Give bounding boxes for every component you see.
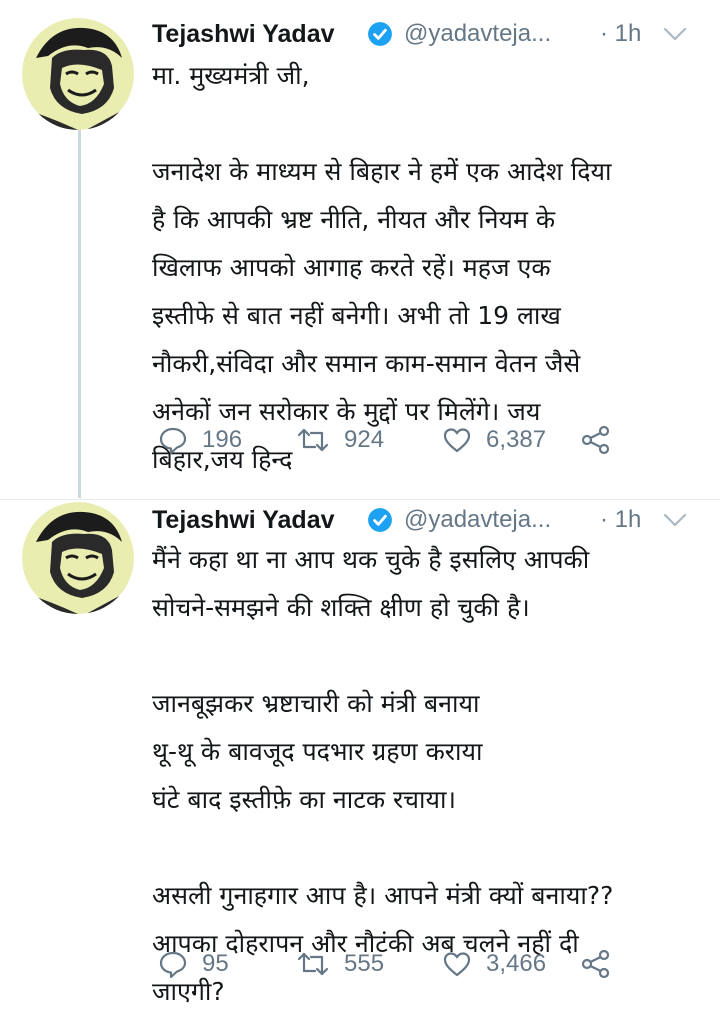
tweet-text-line: नौकरी,संविदा और समान काम-समान वेतन जैसे	[152, 349, 581, 378]
tweet-text-line: जनादेश के माध्यम से बिहार ने हमें एक आदे…	[152, 157, 612, 186]
retweet-count: 924	[344, 426, 385, 453]
tweet-header: Tejashwi Yadav @yadavteja... · 1h	[152, 500, 702, 540]
reply-button[interactable]: 196	[158, 420, 242, 460]
heart-icon	[443, 428, 471, 453]
tweet-text-line: थू-थू के बावजूद पदभार ग्रहण कराया	[152, 737, 483, 766]
like-count: 3,466	[486, 950, 547, 977]
share-icon	[581, 949, 610, 979]
share-button[interactable]	[580, 420, 612, 460]
tweet-text-line: असली गुनाहगार आप है। आपने मंत्री क्यों ब…	[152, 881, 614, 910]
share-icon	[581, 425, 610, 455]
tweet-text-line: घंटे बाद इस्तीफ़े का नाटक रचाया।	[152, 785, 456, 814]
reply-count: 196	[202, 426, 243, 453]
tweet-text-line: है कि आपकी भ्रष्ट नीति, नीयत और नियम के	[152, 205, 556, 234]
retweet-button[interactable]: 924	[296, 420, 384, 460]
tweet-text-line	[152, 824, 712, 872]
tweet-text-line: खिलाफ आपको आगाह करते रहें। महज एक	[152, 253, 551, 282]
verified-badge-icon	[368, 508, 392, 532]
verified-badge-icon	[368, 22, 392, 46]
reply-icon	[159, 951, 187, 979]
tweet[interactable]: Tejashwi Yadav @yadavteja... · 1h मा. मु…	[0, 0, 720, 500]
reply-count: 95	[202, 950, 229, 977]
tweet-text-line	[152, 632, 712, 680]
tweet-header: Tejashwi Yadav @yadavteja... · 1h	[152, 14, 702, 54]
like-button[interactable]: 6,387	[442, 420, 546, 460]
reply-icon	[159, 427, 187, 455]
reply-button[interactable]: 95	[158, 944, 229, 984]
tweet-text-line: सोचने-समझने की शक्ति क्षीण हो चुकी है।	[152, 593, 530, 622]
tweet-thread: Tejashwi Yadav @yadavteja... · 1h मा. मु…	[0, 0, 720, 1008]
chevron-down-icon[interactable]	[662, 24, 688, 44]
share-button[interactable]	[580, 944, 612, 984]
retweet-count: 555	[344, 950, 385, 977]
tweet-timestamp[interactable]: · 1h	[600, 14, 641, 54]
profile-photo-icon	[22, 18, 134, 130]
avatar[interactable]	[22, 502, 134, 614]
heart-icon	[443, 952, 471, 977]
avatar[interactable]	[22, 18, 134, 130]
like-button[interactable]: 3,466	[442, 944, 546, 984]
author-name[interactable]: Tejashwi Yadav	[152, 500, 335, 540]
tweet-timestamp[interactable]: · 1h	[600, 500, 641, 540]
tweet-actions: 196 924 6,387	[152, 420, 712, 460]
retweet-icon	[297, 952, 329, 976]
tweet-text-line	[152, 100, 712, 148]
tweet-text-line: इस्तीफे से बात नहीं बनेगी। अभी तो 19 लाख	[152, 301, 561, 330]
tweet-text-line: जानबूझकर भ्रष्टाचारी को मंत्री बनाया	[152, 689, 480, 718]
author-name[interactable]: Tejashwi Yadav	[152, 14, 335, 54]
tweet-text-line: मा. मुख्यमंत्री जी,	[152, 61, 310, 90]
author-handle[interactable]: @yadavteja...	[404, 14, 551, 54]
tweet-actions: 95 555 3,466	[152, 944, 712, 984]
chevron-down-icon[interactable]	[662, 510, 688, 530]
tweet-text-line: मैंने कहा था ना आप थक चुके है इसलिए आपकी	[152, 545, 590, 574]
profile-photo-icon	[22, 502, 134, 614]
tweet[interactable]: Tejashwi Yadav @yadavteja... · 1h मैंने …	[0, 500, 720, 1006]
author-handle[interactable]: @yadavteja...	[404, 500, 551, 540]
like-count: 6,387	[486, 426, 547, 453]
retweet-icon	[297, 428, 329, 452]
retweet-button[interactable]: 555	[296, 944, 384, 984]
